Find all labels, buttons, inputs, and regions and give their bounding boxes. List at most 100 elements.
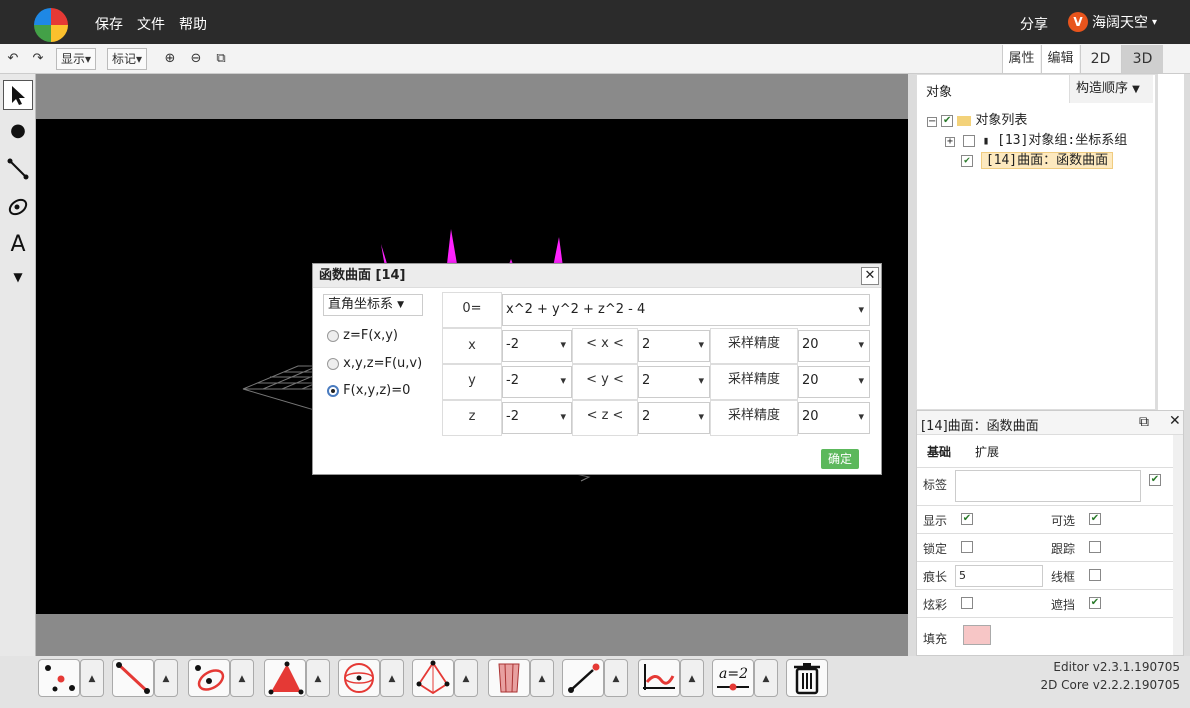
label-input[interactable]	[955, 470, 1141, 502]
point-tool-icon[interactable]: ●	[3, 116, 33, 146]
lock-checkbox[interactable]	[961, 541, 973, 553]
z-min-select[interactable]: -2	[502, 402, 572, 434]
tab-edit[interactable]: 编辑	[1041, 45, 1079, 73]
surface-tools-icon[interactable]	[488, 659, 530, 697]
function-plot-tools-icon[interactable]	[638, 659, 680, 697]
coordinate-system-select[interactable]: 直角坐标系 ▼	[323, 294, 423, 316]
y-max-select[interactable]: 2	[638, 366, 710, 398]
canvas-margin-top	[36, 74, 908, 119]
radio-parametric[interactable]	[327, 357, 339, 370]
zoom-out-icon[interactable]: ⊖	[186, 48, 206, 70]
tab-attributes[interactable]: 属性	[1002, 45, 1040, 73]
props-scrollbar[interactable]	[1173, 435, 1183, 655]
tab-basic[interactable]: 基础	[927, 443, 951, 460]
more-tools-caret-icon[interactable]: ▼	[3, 262, 33, 292]
caret-up-icon[interactable]: ▲	[530, 659, 554, 697]
x-range-label: < x <	[572, 328, 638, 364]
circle-tool-icon[interactable]	[3, 192, 33, 222]
zoom-in-icon[interactable]: ⊕	[160, 48, 180, 70]
pyramid-tools-icon[interactable]	[412, 659, 454, 697]
equation-input[interactable]: x^2 + y^2 + z^2 - 4	[502, 294, 870, 326]
display-dropdown[interactable]: 显示▾	[56, 48, 97, 70]
circle-tools-icon[interactable]	[188, 659, 230, 697]
collapse-icon[interactable]: −	[927, 117, 937, 127]
polygon-tools-icon[interactable]	[264, 659, 306, 697]
fill-color-swatch[interactable]	[963, 625, 991, 645]
menu-file[interactable]: 文件	[137, 14, 165, 34]
show-checkbox[interactable]: ✔	[961, 513, 973, 525]
menu-save[interactable]: 保存	[95, 14, 123, 34]
x-precision-select[interactable]: 20	[798, 330, 870, 362]
x-max-select[interactable]: 2	[638, 330, 710, 362]
caret-up-icon[interactable]: ▲	[454, 659, 478, 697]
object-panel-scrollbar[interactable]	[1157, 74, 1184, 410]
close-icon[interactable]: ✕	[861, 267, 879, 285]
y-precision-select[interactable]: 20	[798, 366, 870, 398]
props-header: [14]曲面：函数曲面 ⧉ ✕	[917, 411, 1183, 435]
tree-root[interactable]: − ✔ 对象列表	[927, 109, 1027, 128]
option-implicit[interactable]: F(x,y,z)=0	[327, 383, 410, 398]
point-tools-icon[interactable]	[38, 659, 80, 697]
tree-item-surface[interactable]: ✔ [14]曲面：函数曲面	[961, 149, 1114, 169]
occlude-label: 遮挡	[1051, 598, 1076, 612]
popout-icon[interactable]: ⧉	[1139, 414, 1149, 430]
redo-icon[interactable]: ↷	[28, 48, 48, 70]
tab-3d[interactable]: 3D	[1121, 45, 1163, 73]
option-label: F(x,y,z)=0	[343, 383, 411, 398]
option-explicit[interactable]: z=F(x,y)	[327, 328, 398, 343]
line-tools-icon[interactable]	[112, 659, 154, 697]
copy-icon[interactable]: ⧉	[211, 48, 231, 70]
canvas-margin-bottom	[36, 614, 908, 656]
caret-up-icon[interactable]: ▲	[230, 659, 254, 697]
occlude-checkbox[interactable]: ✔	[1089, 597, 1101, 609]
root-checkbox[interactable]: ✔	[941, 114, 954, 127]
caret-up-icon[interactable]: ▲	[154, 659, 178, 697]
parameter-tools-icon[interactable]: a=2	[712, 659, 754, 697]
trail-length-input[interactable]: 5	[955, 565, 1043, 587]
segment-tool-icon[interactable]	[3, 154, 33, 184]
display-label: 显示	[61, 52, 86, 66]
close-icon[interactable]: ✕	[1169, 413, 1181, 429]
tree-item-coordinate-group[interactable]: + ▮ [13]对象组:坐标系组	[945, 129, 1127, 148]
tab-2d[interactable]: 2D	[1080, 45, 1120, 73]
z-precision-select[interactable]: 20	[798, 402, 870, 434]
tab-objects[interactable]: 对象	[926, 81, 952, 100]
radio-implicit-selected[interactable]	[327, 384, 339, 397]
select-arrow-icon[interactable]	[3, 80, 33, 110]
confirm-button[interactable]: 确定	[821, 449, 859, 469]
svg-text:a=2: a=2	[719, 666, 748, 682]
tab-construction-order[interactable]: 构造顺序 ▼	[1069, 75, 1153, 103]
caret-up-icon[interactable]: ▲	[80, 659, 104, 697]
z-max-select[interactable]: 2	[638, 402, 710, 434]
undo-icon[interactable]: ↶	[3, 48, 23, 70]
item-checkbox[interactable]: ✔	[961, 154, 973, 167]
menu-help[interactable]: 帮助	[179, 14, 207, 34]
caret-up-icon[interactable]: ▲	[680, 659, 704, 697]
option-parametric[interactable]: x,y,z=F(u,v)	[327, 356, 422, 371]
caret-up-icon[interactable]: ▲	[306, 659, 330, 697]
caret-up-icon[interactable]: ▲	[380, 659, 404, 697]
text-tool-icon[interactable]: A	[3, 230, 33, 260]
vector-tools-icon[interactable]	[562, 659, 604, 697]
folder-icon	[957, 115, 972, 126]
radio-explicit[interactable]	[327, 329, 339, 342]
caret-up-icon[interactable]: ▲	[604, 659, 628, 697]
caret-up-icon[interactable]: ▲	[754, 659, 778, 697]
x-min-select[interactable]: -2	[502, 330, 572, 362]
trash-icon[interactable]	[786, 659, 828, 697]
editor-version: Editor v2.3.1.190705	[1053, 660, 1180, 674]
sphere-tools-icon[interactable]	[338, 659, 380, 697]
wireframe-checkbox[interactable]	[1089, 569, 1101, 581]
tab-extension[interactable]: 扩展	[975, 443, 999, 460]
mark-dropdown[interactable]: 标记▾	[107, 48, 148, 70]
label-checkbox[interactable]: ✔	[1149, 474, 1161, 486]
user-menu[interactable]: V 海阔天空 ▾	[1068, 12, 1157, 32]
props-row: 炫彩 遮挡 ✔	[917, 589, 1173, 617]
share-button[interactable]: 分享	[1020, 14, 1048, 34]
glow-checkbox[interactable]	[961, 597, 973, 609]
selectable-checkbox[interactable]: ✔	[1089, 513, 1101, 525]
item-checkbox[interactable]	[962, 134, 975, 147]
trace-checkbox[interactable]	[1089, 541, 1101, 553]
y-min-select[interactable]: -2	[502, 366, 572, 398]
expand-icon[interactable]: +	[945, 137, 955, 147]
